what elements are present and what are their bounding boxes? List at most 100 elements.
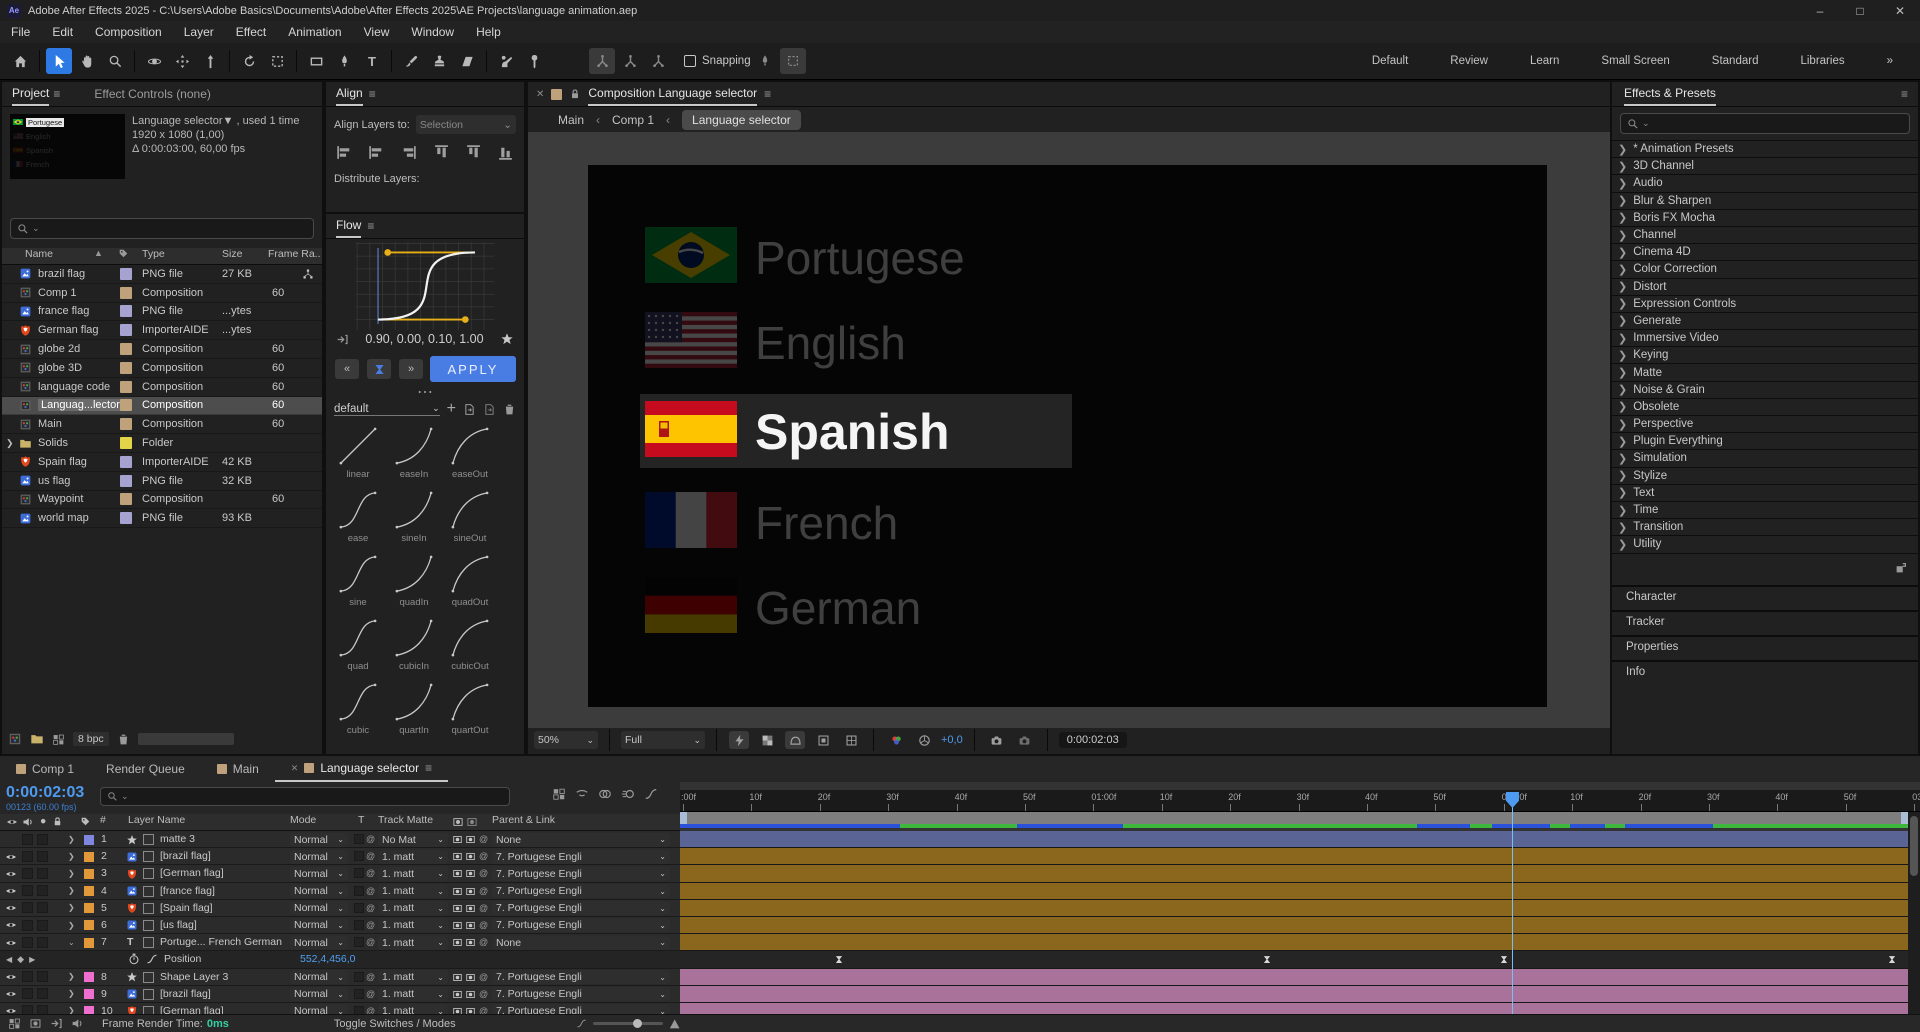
exposure-value[interactable]: +0,0 xyxy=(941,734,963,746)
bit-depth-button[interactable]: 8 bpc xyxy=(73,732,109,746)
layer-name[interactable]: [france flag] xyxy=(160,883,286,899)
resolution-select[interactable]: Full⌄ xyxy=(621,731,705,749)
layer-row-9[interactable]: ❯9[brazil flag]Normal⌄@1. matt⌄@7. Portu… xyxy=(0,986,680,1003)
layer-row-6[interactable]: ❯6[us flag]Normal⌄@1. matt⌄@7. Portugese… xyxy=(0,917,680,934)
label-color-chip[interactable] xyxy=(120,399,132,411)
quality-box-icon[interactable] xyxy=(143,868,154,879)
preset-sine[interactable]: sine xyxy=(330,552,386,608)
label-color-chip[interactable] xyxy=(120,418,132,430)
track-matte-select[interactable]: 1. matt⌄ xyxy=(378,936,448,950)
layer-color-chip[interactable] xyxy=(84,886,94,896)
layer-name[interactable]: [Spain flag] xyxy=(160,900,286,916)
mask-visibility-icon[interactable] xyxy=(785,731,805,749)
layer-name[interactable]: Portuge... French German xyxy=(160,934,286,950)
quality-box-icon[interactable] xyxy=(143,972,154,983)
zoom-slider-knob[interactable] xyxy=(633,1019,642,1028)
rectangle-tool[interactable] xyxy=(303,48,329,74)
matte-invert-icon[interactable] xyxy=(465,834,476,845)
expand-arrow-icon[interactable]: ❯ xyxy=(68,969,75,985)
import-presets-icon[interactable] xyxy=(463,403,476,416)
parent-pick-whip-icon[interactable]: @ xyxy=(479,986,488,1002)
project-row-brazil-flag[interactable]: brazil flagPNG file27 KB xyxy=(2,265,322,284)
timeline-tab-comp-1[interactable]: Comp 1 xyxy=(0,756,90,782)
bezier-values[interactable]: 0.90, 0.00, 0.10, 1.00 xyxy=(365,332,483,346)
easy-ease-icon[interactable] xyxy=(367,359,391,379)
graph-editor-icon[interactable] xyxy=(644,787,658,801)
audio-toggle[interactable] xyxy=(22,988,33,999)
camera-tool[interactable] xyxy=(264,48,290,74)
track-matte-select[interactable]: 1. matt⌄ xyxy=(378,987,448,1001)
effects-category-expression-controls[interactable]: ❯Expression Controls xyxy=(1612,295,1918,312)
timeline-ruler[interactable]: :00f10f20f30f40f50f01:00f10f20f30f40f50f… xyxy=(680,790,1920,812)
quality-box-icon[interactable] xyxy=(143,920,154,931)
hide-shy-layers-icon[interactable] xyxy=(575,787,589,801)
effects-category-simulation[interactable]: ❯Simulation xyxy=(1612,449,1918,466)
matte-toggle-icon[interactable] xyxy=(452,937,463,948)
in-out-panes-toggle-icon[interactable] xyxy=(50,1017,63,1030)
layer-color-chip[interactable] xyxy=(84,920,94,930)
track-matte-select[interactable]: No Mat⌄ xyxy=(378,833,448,847)
project-row-waypoint[interactable]: WaypointComposition60 xyxy=(2,491,322,510)
project-row-spain-flag[interactable]: Spain flagImporterAIDE42 KB xyxy=(2,453,322,472)
column-name[interactable]: Name xyxy=(25,248,53,260)
layer-visibility-icon[interactable] xyxy=(5,988,17,1000)
matte-toggle-icon[interactable] xyxy=(452,989,463,1000)
matte-toggle-icon[interactable] xyxy=(452,920,463,931)
track-matte-pick-icon[interactable]: @ xyxy=(366,969,375,985)
layer-row-1[interactable]: ❯1matte 3Normal⌄@No Mat⌄@None⌄ xyxy=(0,831,680,848)
lock-toggle[interactable] xyxy=(37,851,48,862)
close-tab-icon[interactable]: ✕ xyxy=(536,89,544,100)
layer-row-7[interactable]: ⌄7TPortuge... French GermanNormal⌄@1. ma… xyxy=(0,934,680,951)
rotation-tool[interactable] xyxy=(236,48,262,74)
layer-visibility-icon[interactable] xyxy=(5,885,17,897)
timeline-tab-render-queue[interactable]: Render Queue xyxy=(90,756,201,782)
workspace-standard[interactable]: Standard xyxy=(1691,55,1780,67)
layer-duration-bar[interactable] xyxy=(680,848,1908,865)
delete-item-icon[interactable] xyxy=(117,733,130,746)
effects-category-transition[interactable]: ❯Transition xyxy=(1612,518,1918,535)
composition-mini-flowchart-icon[interactable] xyxy=(552,787,566,801)
matte-toggle-icon[interactable] xyxy=(452,868,463,879)
project-row-comp-1[interactable]: Comp 1Composition60 xyxy=(2,284,322,303)
effects-category-cinema-4d[interactable]: ❯Cinema 4D xyxy=(1612,243,1918,260)
sort-ascending-icon[interactable]: ▲ xyxy=(94,248,103,258)
matte-invert-icon[interactable] xyxy=(465,937,476,948)
t-toggle[interactable] xyxy=(354,903,364,913)
layer-color-chip[interactable] xyxy=(84,835,94,845)
track-matte-pick-icon[interactable]: @ xyxy=(366,883,375,899)
audio-toggle[interactable] xyxy=(22,885,33,896)
pan-camera-tool[interactable] xyxy=(169,48,195,74)
work-area-end-handle[interactable] xyxy=(1901,812,1908,824)
t-toggle[interactable] xyxy=(354,868,364,878)
mode-select[interactable]: Normal⌄ xyxy=(290,850,348,864)
selection-tool[interactable] xyxy=(46,48,72,74)
timeline-scrollbar[interactable] xyxy=(1908,812,1920,1014)
snap-mask-icon[interactable] xyxy=(780,48,806,74)
roto-brush-tool[interactable] xyxy=(493,48,519,74)
matte-toggle-icon[interactable] xyxy=(452,972,463,983)
mode-select[interactable]: Normal⌄ xyxy=(290,987,348,1001)
align-left-icon[interactable] xyxy=(336,144,353,161)
tab-effect-controls[interactable]: Effect Controls (none) xyxy=(94,87,211,101)
column-type[interactable]: Type xyxy=(142,248,165,260)
track-matte-pick-icon[interactable]: @ xyxy=(366,831,375,847)
preset-ease[interactable]: ease xyxy=(330,488,386,544)
track-matte-select[interactable]: 1. matt⌄ xyxy=(378,918,448,932)
label-color-chip[interactable] xyxy=(120,362,132,374)
layer-duration-bar[interactable] xyxy=(680,969,1908,986)
preset-cubicOut[interactable]: cubicOut xyxy=(442,616,498,672)
stopwatch-icon[interactable] xyxy=(128,953,140,965)
effects-category-audio[interactable]: ❯Audio xyxy=(1612,174,1918,191)
mode-select[interactable]: Normal⌄ xyxy=(290,970,348,984)
preset-quartIn[interactable]: quartIn xyxy=(386,680,442,736)
property-row-position[interactable]: ◀◆▶Position552,4,456,0 xyxy=(0,951,680,968)
effects-category-text[interactable]: ❯Text xyxy=(1612,484,1918,501)
layer-visibility-icon[interactable] xyxy=(5,851,17,863)
brave-layer-icon[interactable] xyxy=(126,902,138,914)
menu-file[interactable]: File xyxy=(0,21,41,43)
parent-pick-whip-icon[interactable]: @ xyxy=(479,848,488,864)
t-toggle[interactable] xyxy=(354,937,364,947)
column-number[interactable]: # xyxy=(100,814,106,826)
align-bottom-icon[interactable] xyxy=(497,144,514,161)
frame-blending-icon[interactable] xyxy=(598,787,612,801)
